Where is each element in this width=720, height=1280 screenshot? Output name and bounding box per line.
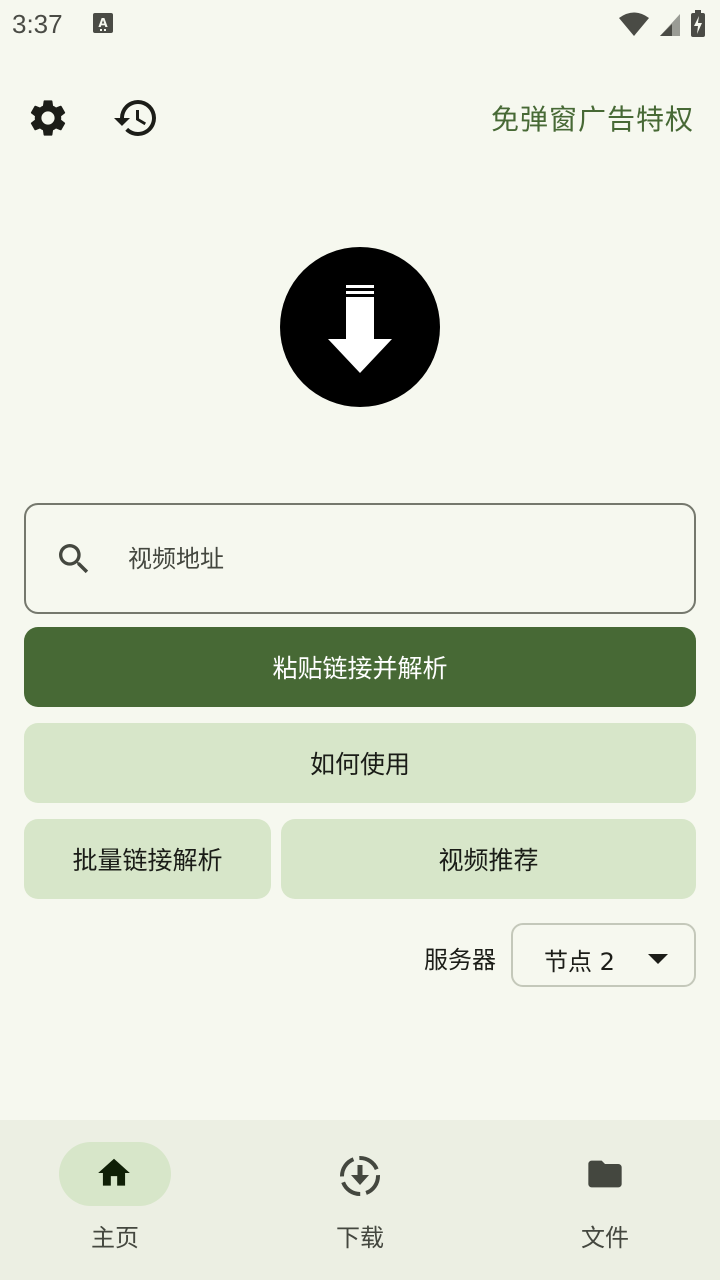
video-url-search-box[interactable] <box>24 503 696 614</box>
status-bar: 3:37 A <box>0 0 720 50</box>
nav-item-files[interactable]: 文件 <box>485 1120 720 1280</box>
settings-button[interactable] <box>22 92 74 144</box>
download-logo-icon <box>280 247 440 407</box>
history-icon <box>114 100 156 137</box>
nav-item-download[interactable]: 下载 <box>240 1120 480 1280</box>
cell-signal-icon <box>658 11 682 41</box>
folder-icon <box>583 1154 627 1198</box>
nav-label-files: 文件 <box>581 1224 629 1252</box>
batch-parse-button[interactable]: 批量链接解析 <box>24 819 271 899</box>
how-to-use-button[interactable]: 如何使用 <box>24 723 696 803</box>
battery-icon <box>690 10 706 42</box>
home-icon <box>94 1154 134 1196</box>
status-time: 3:37 <box>12 9 63 39</box>
wifi-icon <box>618 11 650 41</box>
keyboard-a-icon: A <box>92 12 114 38</box>
top-bar: 免弹窗广告特权 <box>0 80 720 152</box>
download-circle-icon <box>338 1154 382 1202</box>
server-select[interactable]: 节点 2 <box>511 923 696 987</box>
video-recommend-button[interactable]: 视频推荐 <box>281 819 696 899</box>
chevron-down-icon <box>648 951 668 970</box>
nav-label-home: 主页 <box>91 1224 139 1252</box>
nav-item-home[interactable]: 主页 <box>0 1120 240 1280</box>
gear-icon <box>30 100 66 136</box>
server-label: 服务器 <box>424 946 496 974</box>
ad-free-privilege-link[interactable]: 免弹窗广告特权 <box>491 98 694 138</box>
video-url-input[interactable] <box>126 527 666 591</box>
app-logo <box>280 247 440 407</box>
server-selected-value: 节点 2 <box>544 948 615 976</box>
search-icon <box>54 539 94 583</box>
history-button[interactable] <box>108 92 164 144</box>
bottom-navigation: 主页 下载 文件 <box>0 1120 720 1280</box>
paste-and-parse-button[interactable]: 粘贴链接并解析 <box>24 627 696 707</box>
nav-label-download: 下载 <box>336 1224 384 1252</box>
svg-text:A: A <box>98 16 108 30</box>
